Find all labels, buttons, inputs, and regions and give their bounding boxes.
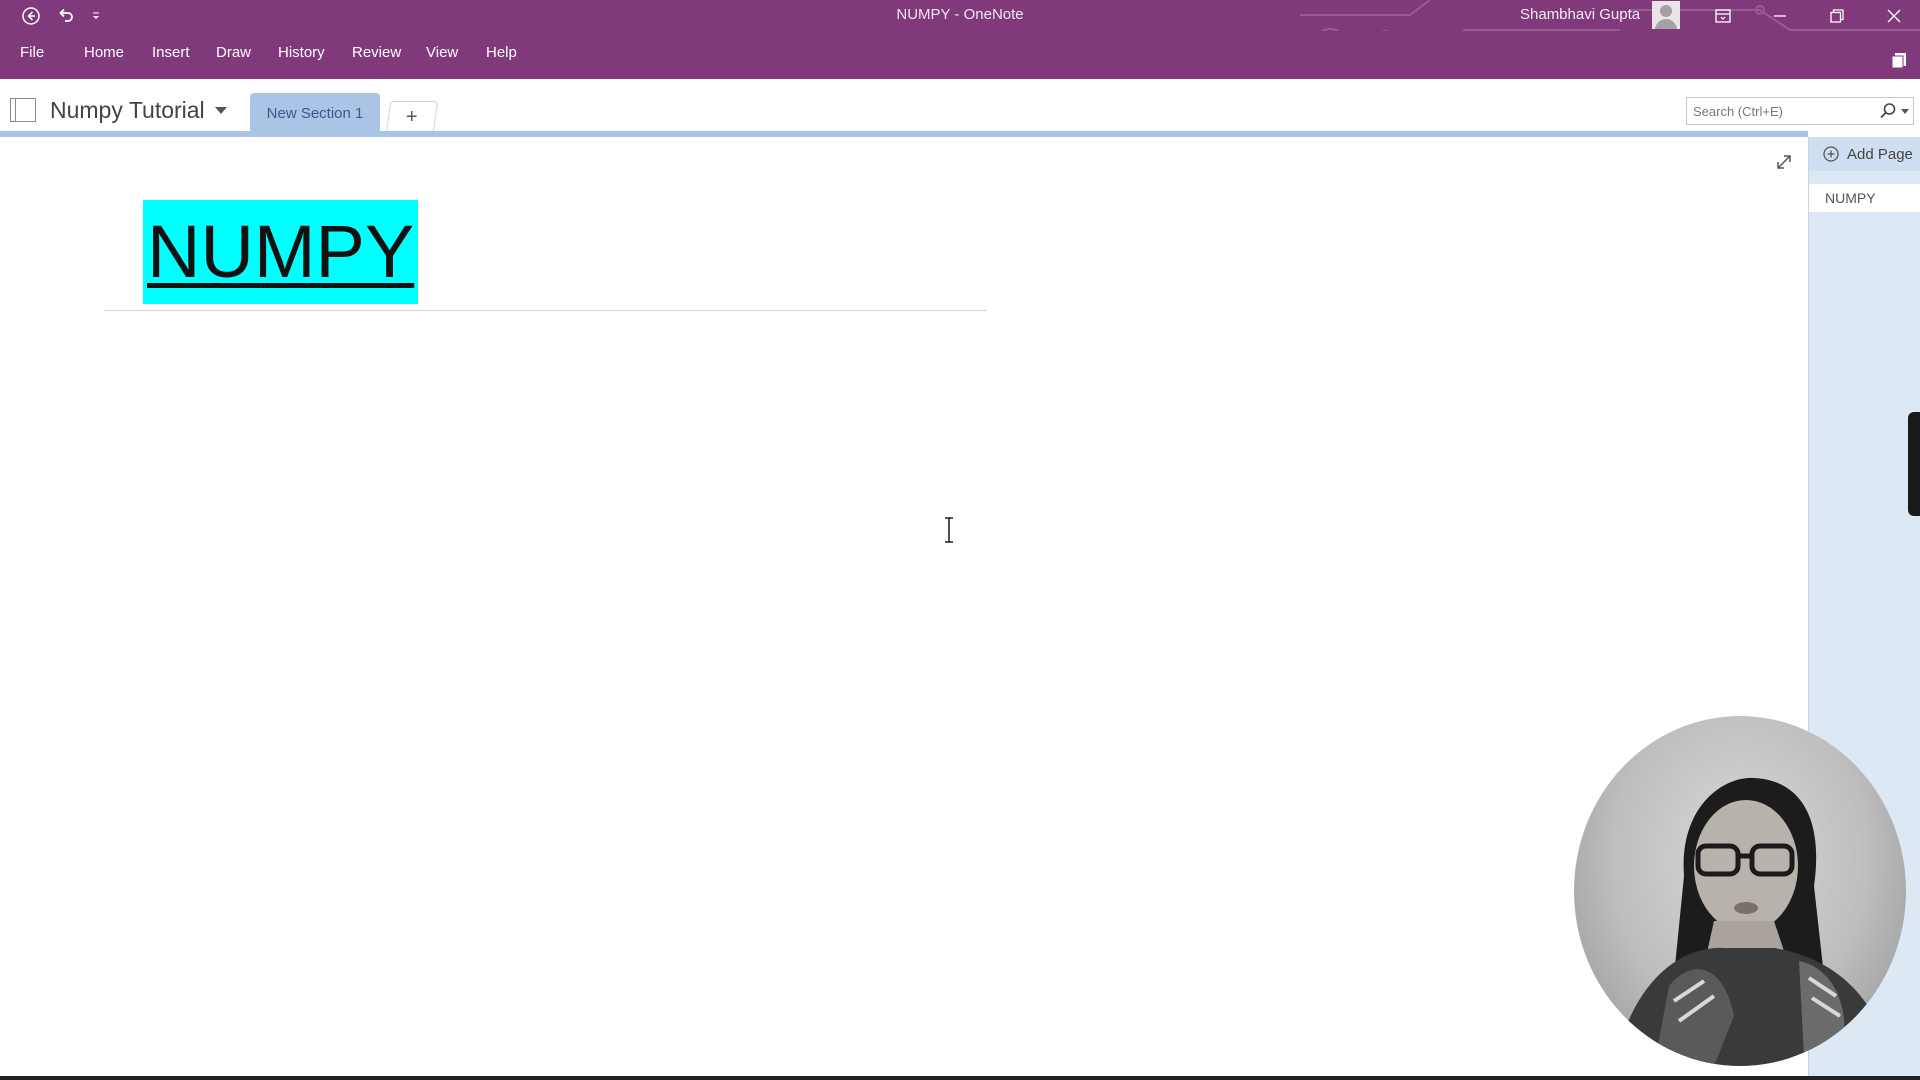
tab-view[interactable]: View <box>426 44 458 61</box>
ribbon-tab-bar: File Home Insert Draw History Review Vie… <box>0 31 1920 79</box>
add-section-button[interactable]: + <box>385 101 439 133</box>
title-bar: NUMPY - OneNote Shambhavi Gupta <box>0 0 1920 62</box>
add-page-label: Add Page <box>1847 145 1913 163</box>
page-canvas[interactable]: NUMPY <box>0 137 1808 1078</box>
tab-home[interactable]: Home <box>84 44 124 61</box>
ribbon-display-options-button[interactable] <box>1695 0 1751 31</box>
avatar-head-shape <box>1660 5 1672 17</box>
tab-review[interactable]: Review <box>352 44 401 61</box>
user-name[interactable]: Shambhavi Gupta <box>1520 6 1640 23</box>
section-tab-new-section-1[interactable]: New Section 1 <box>250 93 380 133</box>
tab-file[interactable]: File <box>20 44 44 61</box>
plus-circle-icon <box>1823 146 1839 162</box>
minimize-icon <box>1774 14 1786 17</box>
page-title[interactable]: NUMPY <box>143 200 419 304</box>
close-icon <box>1887 9 1901 22</box>
chevron-down-icon <box>214 106 227 114</box>
tab-draw[interactable]: Draw <box>216 44 251 61</box>
avatar-body-shape <box>1655 19 1677 29</box>
avatar[interactable] <box>1652 1 1680 29</box>
restore-button[interactable] <box>1809 0 1865 31</box>
scrollbar-handle[interactable] <box>1908 412 1920 516</box>
search-scope-dropdown-icon[interactable] <box>1901 109 1909 114</box>
minimize-button[interactable] <box>1752 0 1808 31</box>
qat-dropdown-icon <box>93 12 99 19</box>
text-cursor-icon <box>945 517 953 543</box>
title-divider <box>104 310 987 311</box>
notebook-pane-icon[interactable] <box>1890 51 1908 69</box>
add-page-button[interactable]: Add Page <box>1809 137 1920 171</box>
tab-help[interactable]: Help <box>486 44 517 61</box>
undo-icon <box>59 8 73 22</box>
tab-insert[interactable]: Insert <box>152 44 190 61</box>
restore-icon <box>1830 8 1844 23</box>
presenter-video-image <box>1614 777 1894 1066</box>
webcam-overlay <box>1574 716 1906 1066</box>
undo-button[interactable] <box>52 3 80 29</box>
ribbon-display-icon <box>1715 8 1731 23</box>
close-button[interactable] <box>1866 0 1920 31</box>
expand-icon[interactable] <box>1774 152 1794 172</box>
notebook-name: Numpy Tutorial <box>50 96 205 123</box>
back-arrow-icon <box>22 7 40 25</box>
notebook-navigation-bar: Numpy Tutorial New Section 1 + <box>0 79 1920 133</box>
search-box[interactable] <box>1686 97 1914 125</box>
quick-access-customize-button[interactable] <box>87 3 105 29</box>
plus-icon: + <box>406 106 418 128</box>
page-list-item[interactable]: NUMPY <box>1809 184 1920 212</box>
notebook-icon <box>10 98 36 122</box>
notebook-picker[interactable]: Numpy Tutorial <box>10 95 227 125</box>
search-input[interactable] <box>1687 98 1873 124</box>
window-bottom-border <box>0 1076 1920 1080</box>
tab-history[interactable]: History <box>278 44 325 61</box>
page-title-text: NUMPY <box>147 210 415 293</box>
search-icon[interactable] <box>1879 102 1897 120</box>
back-button[interactable] <box>17 3 45 29</box>
